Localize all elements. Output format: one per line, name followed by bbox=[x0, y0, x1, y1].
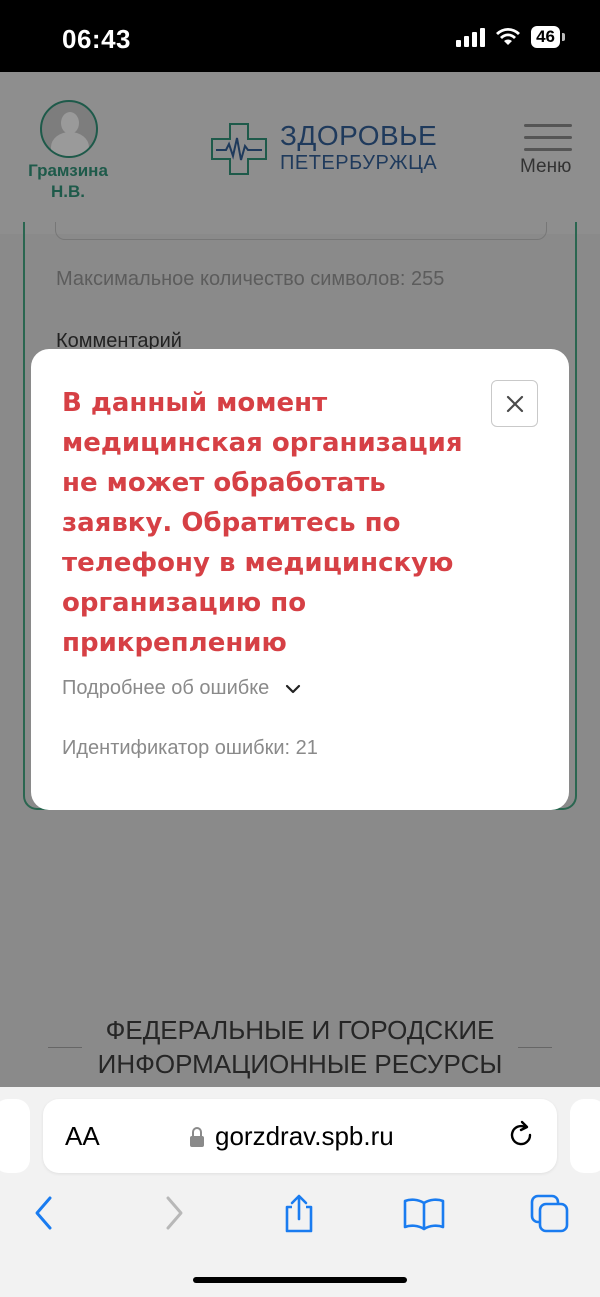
lock-icon bbox=[190, 1126, 204, 1147]
close-icon bbox=[506, 395, 523, 412]
browser-bottom-bar: AA gorzdrav.spb.ru bbox=[0, 1087, 600, 1297]
share-button[interactable] bbox=[277, 1191, 321, 1235]
back-button[interactable] bbox=[22, 1191, 66, 1235]
error-modal: В данный момент медицинская организация … bbox=[31, 349, 569, 810]
error-details-link[interactable]: Подробнее об ошибке bbox=[62, 677, 269, 700]
address-bar[interactable]: AA gorzdrav.spb.ru bbox=[43, 1099, 557, 1173]
status-bar: 06:43 46 bbox=[0, 0, 600, 72]
bookmarks-icon bbox=[403, 1198, 445, 1231]
back-icon bbox=[35, 1196, 52, 1230]
tabs-button[interactable] bbox=[528, 1191, 572, 1235]
logo-title[interactable]: ЗДОРОВЬЕ bbox=[280, 120, 437, 152]
url-display[interactable]: gorzdrav.spb.ru bbox=[189, 1121, 394, 1152]
forward-icon bbox=[166, 1196, 183, 1230]
text-input-field[interactable] bbox=[55, 222, 547, 240]
error-details-toggle[interactable]: Подробнее об ошибке bbox=[62, 677, 301, 700]
error-id: Идентификатор ошибки: 21 bbox=[62, 737, 318, 759]
share-icon bbox=[285, 1194, 313, 1233]
status-icons: 46 bbox=[456, 26, 565, 48]
bookmarks-button[interactable] bbox=[402, 1191, 446, 1235]
status-time: 06:43 bbox=[62, 24, 131, 54]
reload-icon[interactable] bbox=[505, 1119, 537, 1151]
close-button[interactable] bbox=[491, 380, 538, 427]
menu-button-label[interactable]: Меню bbox=[520, 156, 571, 178]
wifi-icon bbox=[496, 28, 521, 45]
cellular-signal-icon bbox=[456, 27, 486, 47]
error-message: В данный момент медицинская организация … bbox=[62, 388, 463, 658]
tabs-icon bbox=[530, 1194, 569, 1233]
user-avatar[interactable] bbox=[40, 100, 98, 158]
text-size-button[interactable]: AA bbox=[65, 1121, 100, 1152]
url-text: gorzdrav.spb.ru bbox=[215, 1121, 394, 1151]
battery-icon: 46 bbox=[531, 26, 565, 48]
chevron-down-icon bbox=[286, 684, 301, 693]
previous-tab-peek[interactable] bbox=[0, 1099, 30, 1173]
next-tab-peek[interactable] bbox=[570, 1099, 600, 1173]
logo-subtitle[interactable]: ПЕТЕРБУРЖЦА bbox=[280, 152, 437, 175]
user-name[interactable]: Грамзина Н.В. bbox=[18, 160, 118, 202]
resources-heading: ФЕДЕРАЛЬНЫЕ И ГОРОДСКИЕ ИНФОРМАЦИОННЫЕ Р… bbox=[97, 1015, 503, 1079]
site-header: Грамзина Н.В. ЗДОРОВЬЕ ПЕТЕРБУРЖЦА Меню bbox=[0, 72, 600, 234]
logo-cross-icon bbox=[211, 123, 267, 175]
max-chars-hint: Максимальное количество символов: 255 bbox=[56, 268, 445, 290]
forward-button[interactable] bbox=[152, 1191, 196, 1235]
home-indicator bbox=[193, 1277, 407, 1283]
hamburger-menu-icon[interactable] bbox=[524, 124, 572, 152]
